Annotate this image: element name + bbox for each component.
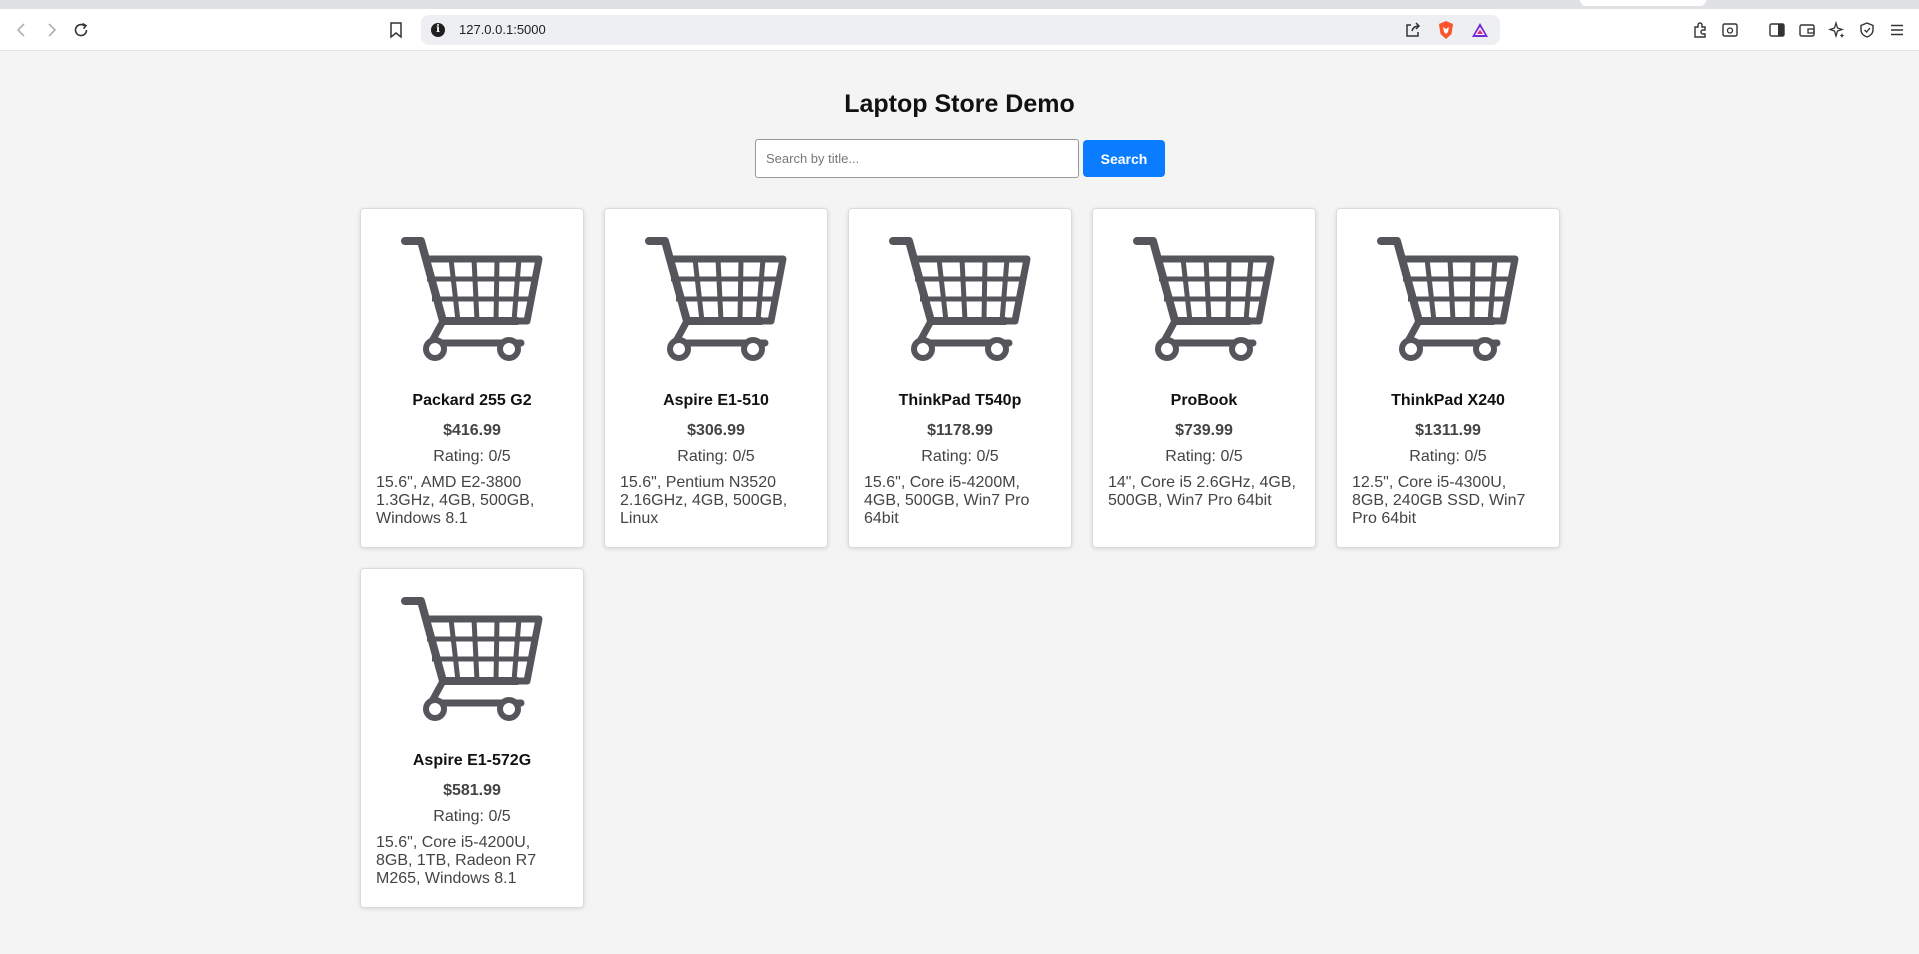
product-price: $581.99 (443, 782, 501, 799)
product-description: 15.6", Core i5-4200U, 8GB, 1TB, Radeon R… (376, 834, 537, 887)
sidebar-toggle-icon[interactable] (1765, 18, 1789, 42)
share-icon[interactable] (1401, 18, 1425, 42)
product-price: $739.99 (1175, 422, 1233, 439)
product-grid: Packard 255 G2 $416.99 Rating: 0/5 15.6"… (360, 208, 1560, 908)
active-tab-edge[interactable] (1580, 0, 1706, 6)
bookmark-icon[interactable] (385, 19, 407, 41)
site-info-icon[interactable]: i (431, 23, 445, 37)
product-description: 14", Core i5 2.6GHz, 4GB, 500GB, Win7 Pr… (1108, 474, 1296, 509)
leo-ai-icon[interactable] (1825, 18, 1849, 42)
reload-icon[interactable] (70, 19, 92, 41)
extensions-icon[interactable] (1688, 18, 1712, 42)
product-price: $416.99 (443, 422, 501, 439)
shopping-cart-icon (1377, 235, 1519, 363)
product-name: ThinkPad X240 (1391, 392, 1505, 409)
product-name: Aspire E1-572G (412, 752, 532, 769)
shopping-cart-icon (645, 235, 787, 363)
product-description: 15.6", Pentium N3520 2.16GHz, 4GB, 500GB… (620, 474, 788, 527)
product-description: 15.6", AMD E2-3800 1.3GHz, 4GB, 500GB, W… (376, 474, 535, 527)
menu-icon[interactable] (1885, 18, 1909, 42)
shopping-cart-icon (1133, 235, 1275, 363)
brave-rewards-icon[interactable] (1468, 18, 1492, 42)
product-card[interactable]: Packard 255 G2 $416.99 Rating: 0/5 15.6"… (360, 208, 584, 548)
forward-icon[interactable] (40, 19, 62, 41)
product-rating: Rating: 0/5 (433, 448, 511, 465)
product-card[interactable]: Aspire E1-572G $581.99 Rating: 0/5 15.6"… (360, 568, 584, 908)
product-rating: Rating: 0/5 (921, 448, 999, 465)
product-price: $306.99 (687, 422, 745, 439)
product-price: $1178.99 (927, 422, 993, 439)
product-rating: Rating: 0/5 (433, 808, 511, 825)
product-rating: Rating: 0/5 (677, 448, 755, 465)
page-title: Laptop Store Demo (844, 90, 1075, 118)
product-name: Aspire E1-510 (663, 392, 769, 409)
shopping-cart-icon (889, 235, 1031, 363)
product-rating: Rating: 0/5 (1409, 448, 1487, 465)
address-bar[interactable]: i 127.0.0.1:5000 (421, 15, 1500, 45)
shopping-cart-icon (401, 235, 543, 363)
product-name: ProBook (1170, 392, 1238, 409)
address-bar-url[interactable]: 127.0.0.1:5000 (459, 22, 546, 37)
product-card[interactable]: Aspire E1-510 $306.99 Rating: 0/5 15.6",… (604, 208, 828, 548)
product-price: $1311.99 (1415, 422, 1481, 439)
search-button[interactable]: Search (1083, 140, 1165, 177)
tab-search-icon[interactable] (1718, 18, 1742, 42)
product-card[interactable]: ProBook $739.99 Rating: 0/5 14", Core i5… (1092, 208, 1316, 548)
brave-shields-icon[interactable] (1434, 18, 1458, 42)
browser-toolbar: i 127.0.0.1:5000 (0, 9, 1919, 51)
search-input[interactable] (755, 139, 1079, 178)
wallet-icon[interactable] (1795, 18, 1819, 42)
product-rating: Rating: 0/5 (1165, 448, 1243, 465)
vpn-shield-icon[interactable] (1855, 18, 1879, 42)
product-card[interactable]: ThinkPad T540p $1178.99 Rating: 0/5 15.6… (848, 208, 1072, 548)
product-description: 15.6", Core i5-4200M, 4GB, 500GB, Win7 P… (864, 474, 1030, 527)
product-name: ThinkPad T540p (898, 392, 1022, 409)
product-description: 12.5", Core i5-4300U, 8GB, 240GB SSD, Wi… (1352, 474, 1526, 527)
product-name: Packard 255 G2 (412, 392, 532, 409)
back-icon[interactable] (11, 19, 33, 41)
shopping-cart-icon (401, 595, 543, 723)
product-card[interactable]: ThinkPad X240 $1311.99 Rating: 0/5 12.5"… (1336, 208, 1560, 548)
tab-strip (0, 0, 1919, 9)
